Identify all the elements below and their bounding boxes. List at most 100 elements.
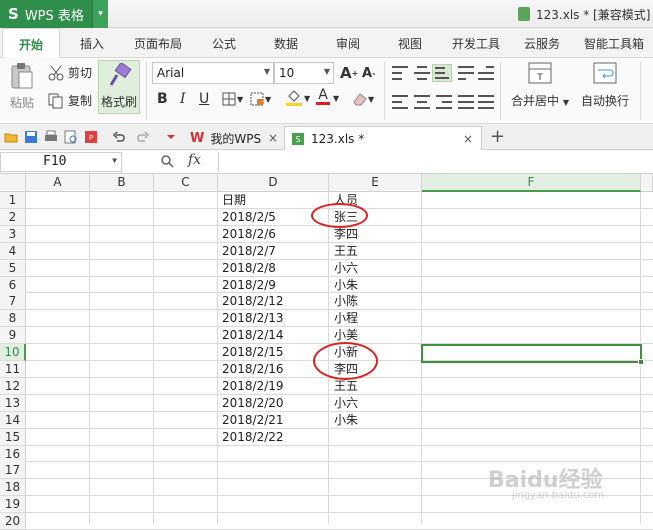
cell-style-button[interactable]: ▼ <box>250 92 271 106</box>
tab-insert[interactable]: 插入 <box>80 35 104 52</box>
app-menu-button[interactable]: S WPS 表格 ▾ <box>0 0 108 28</box>
cell-d8[interactable]: 2018/2/13 <box>219 310 284 327</box>
justify-icon[interactable] <box>458 95 474 109</box>
tab-developer[interactable]: 开发工具 <box>452 35 500 52</box>
grow-font-button[interactable]: A + <box>340 64 358 82</box>
align-right-icon[interactable] <box>436 95 452 109</box>
cell-e12[interactable]: 王五 <box>331 378 358 395</box>
merge-center-button[interactable]: T 合并居中 ▼ <box>510 62 570 109</box>
cell-e8[interactable]: 小程 <box>331 310 358 327</box>
row-header-7[interactable]: 7 <box>0 293 26 311</box>
save-icon[interactable] <box>24 130 38 144</box>
row-header-2[interactable]: 2 <box>0 208 26 226</box>
column-header-c[interactable]: C <box>154 174 218 192</box>
cell-d2[interactable]: 2018/2/5 <box>219 209 276 226</box>
tab-my-wps[interactable]: W 我的WPS × <box>184 126 284 150</box>
close-icon[interactable]: × <box>463 132 473 146</box>
tab-home[interactable]: 开始 <box>2 28 61 59</box>
cell-e6[interactable]: 小朱 <box>331 277 358 294</box>
insert-function-button[interactable]: fx <box>188 152 201 168</box>
cell-e14[interactable]: 小朱 <box>331 412 358 429</box>
column-header-d[interactable]: D <box>218 174 329 192</box>
borders-button[interactable]: ▼ <box>222 92 243 106</box>
shrink-font-button[interactable]: A- <box>362 66 375 81</box>
cell-d4[interactable]: 2018/2/7 <box>219 243 276 260</box>
row-header-12[interactable]: 12 <box>0 377 26 395</box>
cell-d6[interactable]: 2018/2/9 <box>219 277 276 294</box>
tab-data[interactable]: 数据 <box>274 35 298 52</box>
row-header-20[interactable]: 20 <box>0 513 26 530</box>
cell-e7[interactable]: 小陈 <box>331 293 358 310</box>
cell-d10[interactable]: 2018/2/15 <box>219 344 284 361</box>
row-header-13[interactable]: 13 <box>0 394 26 412</box>
cell-d12[interactable]: 2018/2/19 <box>219 378 284 395</box>
wrap-orient-icon[interactable] <box>458 66 474 80</box>
align-left-icon[interactable] <box>392 95 408 109</box>
column-header-b[interactable]: B <box>90 174 154 192</box>
cell-d13[interactable]: 2018/2/20 <box>219 395 284 412</box>
align-center-icon[interactable] <box>414 95 430 109</box>
new-tab-button[interactable]: + <box>490 126 505 147</box>
export-pdf-icon[interactable]: P <box>84 130 98 144</box>
cell-e4[interactable]: 王五 <box>331 243 358 260</box>
close-icon[interactable]: × <box>268 131 278 145</box>
row-header-11[interactable]: 11 <box>0 361 26 378</box>
font-size-select[interactable]: 10 ▼ <box>274 62 334 84</box>
cell-d7[interactable]: 2018/2/12 <box>219 293 284 310</box>
wrap-text-button[interactable]: 自动换行 <box>580 62 630 109</box>
zoom-lookup-icon[interactable] <box>160 154 174 168</box>
bold-button[interactable]: B <box>157 91 168 107</box>
fill-color-button[interactable] <box>286 90 302 106</box>
clear-format-button[interactable]: ▼ <box>352 92 374 106</box>
format-painter-button[interactable]: 格式刷 <box>98 60 140 114</box>
font-name-select[interactable]: Arial ▼ <box>152 62 274 84</box>
row-header-18[interactable]: 18 <box>0 479 26 497</box>
cut-button[interactable]: 剪切 <box>48 64 92 81</box>
cell-e5[interactable]: 小六 <box>331 260 358 277</box>
tab-review[interactable]: 审阅 <box>336 35 360 52</box>
chevron-down-icon[interactable]: ▼ <box>304 94 310 103</box>
row-header-8[interactable]: 8 <box>0 310 26 328</box>
tab-formulas[interactable]: 公式 <box>212 35 236 52</box>
cell-e13[interactable]: 小六 <box>331 395 358 412</box>
cell-d3[interactable]: 2018/2/6 <box>219 226 276 243</box>
select-all-corner[interactable] <box>0 174 26 192</box>
row-header-6[interactable]: 6 <box>0 276 26 294</box>
tab-smart-tools[interactable]: 智能工具箱 <box>584 35 644 52</box>
row-header-16[interactable]: 16 <box>0 445 26 463</box>
column-header-e[interactable]: E <box>329 174 422 192</box>
italic-button[interactable]: I <box>180 91 186 107</box>
column-header-f[interactable]: F <box>422 174 641 192</box>
row-header-19[interactable]: 19 <box>0 496 26 514</box>
align-middle-icon[interactable] <box>414 66 430 80</box>
row-header-14[interactable]: 14 <box>0 411 26 429</box>
row-header-15[interactable]: 15 <box>0 428 26 446</box>
formula-input[interactable] <box>218 152 653 172</box>
chevron-down-icon[interactable]: ▼ <box>333 94 339 103</box>
text-rotation-icon[interactable] <box>478 66 494 80</box>
align-top-icon[interactable] <box>392 66 408 80</box>
cell-d11[interactable]: 2018/2/16 <box>219 361 284 378</box>
cell-d5[interactable]: 2018/2/8 <box>219 260 276 277</box>
cell-e3[interactable]: 李四 <box>331 226 358 243</box>
cell-d14[interactable]: 2018/2/21 <box>219 412 284 429</box>
selected-cell-f10[interactable] <box>421 344 644 365</box>
row-header-17[interactable]: 17 <box>0 462 26 480</box>
row-header-5[interactable]: 5 <box>0 259 26 277</box>
column-header-g[interactable] <box>641 174 653 192</box>
distributed-icon[interactable] <box>478 95 494 109</box>
name-box[interactable]: F10 ▼ <box>0 152 122 172</box>
row-header-4[interactable]: 4 <box>0 242 26 260</box>
row-header-10[interactable]: 10 <box>0 344 26 362</box>
cell-e15[interactable] <box>331 429 334 446</box>
tab-cloud[interactable]: 云服务 <box>524 35 560 52</box>
align-bottom-icon[interactable] <box>432 64 452 82</box>
fill-handle[interactable] <box>638 359 644 365</box>
tab-123-xls[interactable]: S 123.xls * × <box>284 126 482 150</box>
cell-d9[interactable]: 2018/2/14 <box>219 327 284 344</box>
underline-button[interactable]: U <box>199 91 209 107</box>
print-preview-icon[interactable] <box>64 130 78 144</box>
cell-d15[interactable]: 2018/2/22 <box>219 429 284 446</box>
font-color-button[interactable]: A <box>316 88 330 105</box>
customize-toolbar-icon[interactable] <box>164 130 178 144</box>
